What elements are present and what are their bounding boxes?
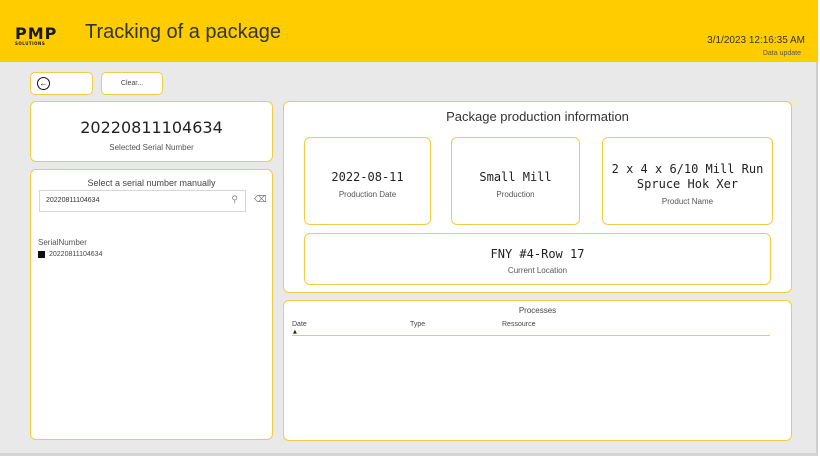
last-update-datetime: 3/1/2023 12:16:35 AM [707, 35, 805, 46]
logo-text: PMP [15, 24, 58, 43]
processes-panel: Processes Date Type Ressource ▲ [283, 300, 792, 441]
column-header-ressource[interactable]: Ressource [502, 321, 535, 328]
selected-serial-number: 20220811104634 [80, 118, 223, 137]
product-name-line1: 2 x 4 x 6/10 Mill Run [611, 162, 764, 176]
column-header-type[interactable]: Type [410, 321, 425, 328]
serial-list-header: SerialNumber [38, 238, 87, 247]
current-location-value: FNY #4-Row 17 [490, 247, 585, 261]
production-caption: Production [496, 190, 535, 199]
table-header-divider [292, 335, 770, 336]
column-header-date[interactable]: Date [292, 321, 307, 328]
selected-serial-card: 20220811104634 Selected Serial Number [30, 101, 273, 162]
back-arrow-circle-icon: ← [37, 77, 50, 90]
production-value: Small Mill [479, 170, 552, 184]
selected-serial-caption: Selected Serial Number [109, 143, 194, 152]
production-date-caption: Production Date [338, 190, 397, 199]
search-icon[interactable]: ⚲ [231, 195, 238, 205]
product-name-line2: Spruce Hok Xer [636, 177, 739, 191]
serial-select-title: Select a serial number manually [87, 178, 216, 188]
eraser-icon[interactable]: ⌫ [254, 195, 267, 205]
current-location-card: FNY #4-Row 17 Current Location [304, 233, 771, 285]
serial-list-item[interactable]: 20220811104634 [38, 251, 102, 258]
serial-search-input[interactable]: 20220811104634 ⚲ [39, 190, 246, 212]
serial-list-item-label: 20220811104634 [49, 251, 103, 258]
data-update-label: Data update [762, 50, 801, 57]
production-card: Small Mill Production [451, 137, 580, 225]
page-title: Tracking of a package [85, 21, 282, 43]
company-logo: PMP SOLUTIONS [15, 24, 61, 47]
production-date-value: 2022-08-11 [331, 170, 404, 184]
serial-search-value: 20220811104634 [46, 197, 100, 204]
production-date-card: 2022-08-11 Production Date [304, 137, 431, 225]
product-name-card: 2 x 4 x 6/10 Mill Run Spruce Hok Xer Pro… [602, 137, 773, 225]
checked-checkbox[interactable] [38, 251, 45, 258]
clear-button[interactable]: Clear... [101, 72, 163, 95]
back-button[interactable]: ← [30, 72, 93, 95]
product-name-caption: Product Name [661, 197, 714, 206]
header-bar: PMP SOLUTIONS Tracking of a package 3/1/… [0, 0, 818, 62]
production-info-title: Package production information [446, 109, 629, 124]
current-location-caption: Current Location [507, 266, 568, 275]
app-frame: PMP SOLUTIONS Tracking of a package 3/1/… [0, 0, 818, 456]
processes-title: Processes [518, 306, 557, 315]
